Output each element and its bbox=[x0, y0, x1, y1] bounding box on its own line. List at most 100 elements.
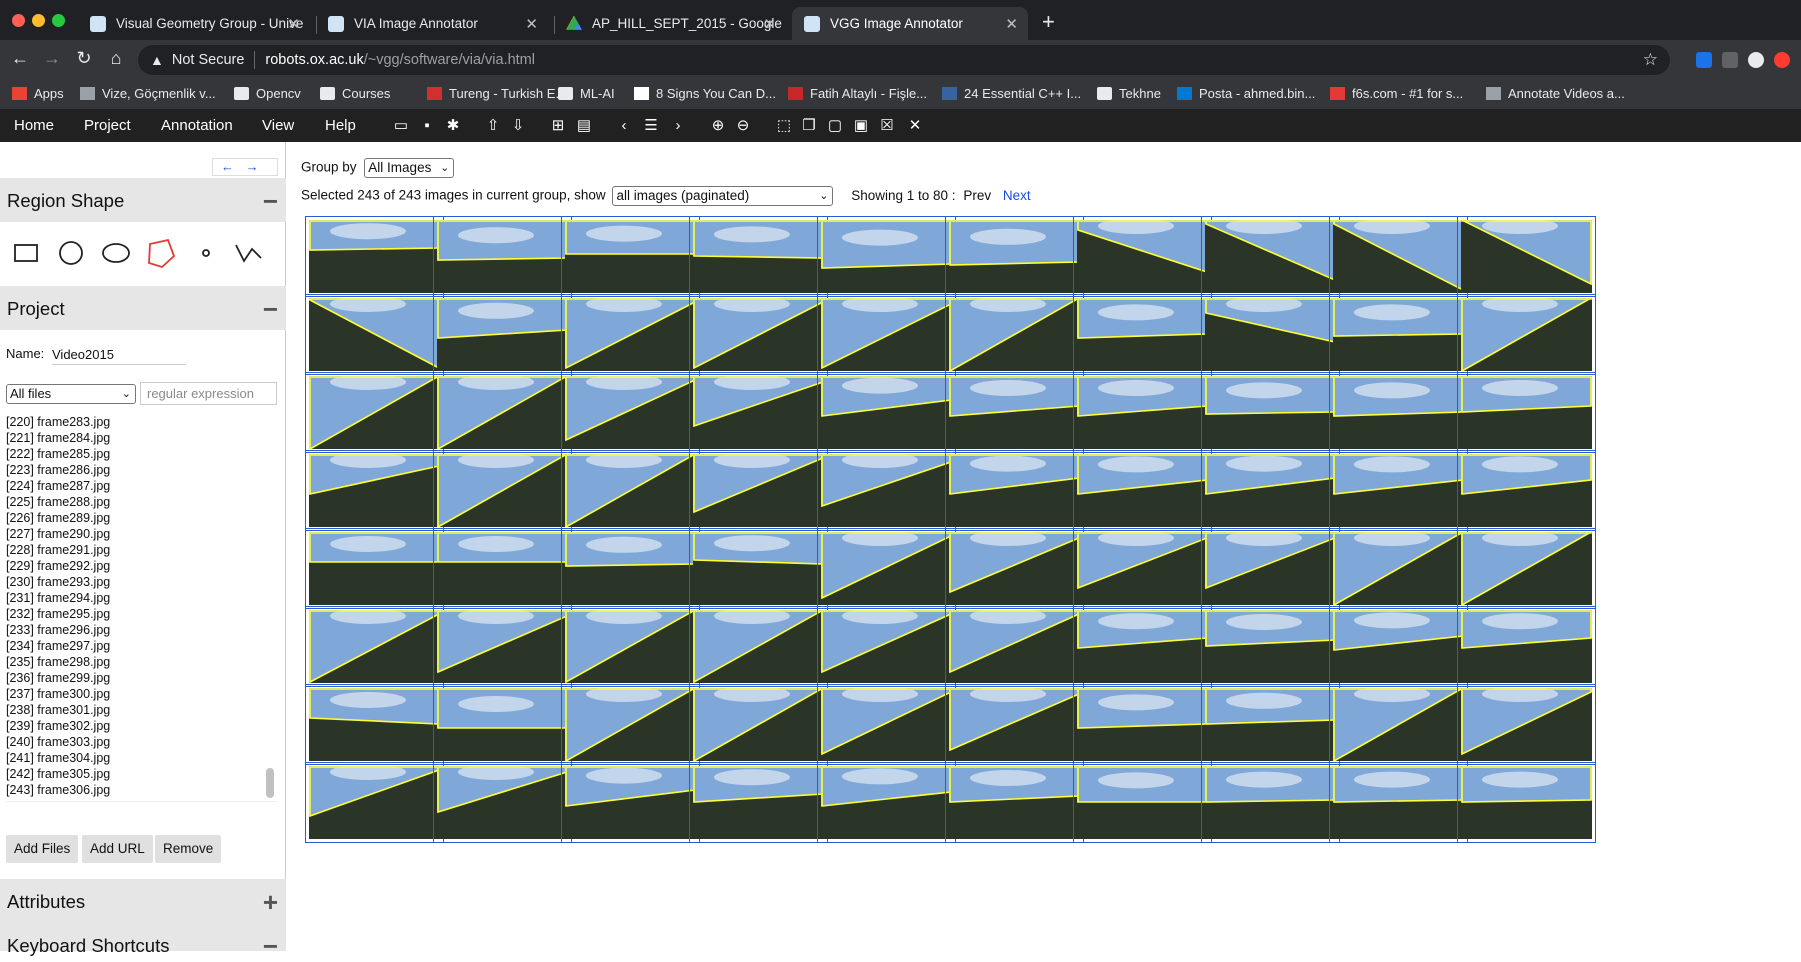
image-thumbnail[interactable] bbox=[561, 762, 700, 843]
image-thumbnail[interactable] bbox=[433, 684, 572, 765]
image-thumbnail[interactable] bbox=[1073, 294, 1212, 375]
extension-icon[interactable] bbox=[1722, 52, 1738, 68]
extension-icon[interactable] bbox=[1748, 52, 1764, 68]
file-list-item[interactable]: [221] frame284.jpg bbox=[6, 430, 278, 446]
image-thumbnail[interactable] bbox=[1201, 450, 1340, 531]
select-all-icon[interactable]: ⬚ bbox=[775, 117, 793, 135]
paste-delete-icon[interactable]: ▣ bbox=[852, 117, 870, 135]
file-list-item[interactable]: [242] frame305.jpg bbox=[6, 766, 278, 782]
image-thumbnail[interactable] bbox=[561, 606, 700, 687]
file-list-item[interactable]: [220] frame283.jpg bbox=[6, 414, 278, 430]
zoom-in-icon[interactable]: ⊕ bbox=[709, 117, 727, 135]
region-shape-header[interactable]: Region Shape − bbox=[0, 178, 286, 222]
new-tab-icon[interactable]: + bbox=[1042, 9, 1055, 35]
bookmark-item[interactable]: Tekhne bbox=[1097, 86, 1161, 101]
collapse-icon[interactable]: − bbox=[263, 186, 278, 217]
file-list-item[interactable]: [232] frame295.jpg bbox=[6, 606, 278, 622]
file-list-item[interactable]: [240] frame303.jpg bbox=[6, 734, 278, 750]
file-list-item[interactable]: [231] frame294.jpg bbox=[6, 590, 278, 606]
next-icon[interactable]: › bbox=[669, 117, 687, 135]
file-list[interactable]: [220] frame283.jpg [221] frame284.jpg [222… bbox=[6, 414, 278, 802]
browser-tab[interactable]: VIA Image Annotator ✕ bbox=[316, 7, 548, 40]
image-thumbnail[interactable] bbox=[1329, 294, 1468, 375]
security-label[interactable]: Not Secure bbox=[172, 52, 245, 68]
tab-close-icon[interactable]: ✕ bbox=[763, 15, 776, 33]
bookmark-item[interactable]: Apps bbox=[12, 86, 64, 101]
file-list-item[interactable]: [238] frame301.jpg bbox=[6, 702, 278, 718]
image-thumbnail[interactable] bbox=[1329, 216, 1468, 297]
delete-icon[interactable]: ☒ bbox=[878, 117, 896, 135]
image-thumbnail[interactable] bbox=[817, 528, 956, 609]
tab-close-icon[interactable]: ✕ bbox=[525, 15, 538, 33]
image-thumbnail[interactable] bbox=[561, 684, 700, 765]
image-thumbnail[interactable] bbox=[305, 528, 444, 609]
image-thumbnail[interactable] bbox=[689, 294, 828, 375]
image-thumbnail[interactable] bbox=[1073, 528, 1212, 609]
bookmark-item[interactable]: Annotate Videos a... bbox=[1486, 86, 1625, 101]
image-thumbnail[interactable] bbox=[561, 294, 700, 375]
browser-tab-active[interactable]: VGG Image Annotator ✕ bbox=[792, 7, 1028, 40]
image-thumbnail[interactable] bbox=[1201, 294, 1340, 375]
prev-icon[interactable]: ‹ bbox=[615, 117, 633, 135]
attributes-header[interactable]: Attributes + bbox=[0, 879, 286, 923]
image-thumbnail[interactable] bbox=[817, 372, 956, 453]
keyboard-shortcuts-header[interactable]: Keyboard Shortcuts − bbox=[0, 923, 286, 961]
image-thumbnail[interactable] bbox=[1201, 606, 1340, 687]
image-thumbnail[interactable] bbox=[1201, 684, 1340, 765]
close-icon[interactable]: ✕ bbox=[906, 117, 924, 135]
file-list-item[interactable]: [224] frame287.jpg bbox=[6, 478, 278, 494]
bookmark-item[interactable]: Fatih Altaylı - Fişle... bbox=[788, 86, 927, 101]
image-thumbnail[interactable] bbox=[1457, 762, 1596, 843]
image-thumbnail[interactable] bbox=[689, 216, 828, 297]
image-thumbnail[interactable] bbox=[1329, 372, 1468, 453]
bookmark-item[interactable]: ML-AI bbox=[558, 86, 615, 101]
reload-icon[interactable]: ↻ bbox=[72, 48, 96, 69]
image-thumbnail[interactable] bbox=[305, 294, 444, 375]
image-thumbnail[interactable] bbox=[1073, 450, 1212, 531]
image-thumbnail[interactable] bbox=[433, 450, 572, 531]
file-list-item[interactable]: [230] frame293.jpg bbox=[6, 574, 278, 590]
file-list-item[interactable]: [222] frame285.jpg bbox=[6, 446, 278, 462]
file-list-item[interactable]: [243] frame306.jpg bbox=[6, 782, 278, 798]
file-list-item[interactable]: [241] frame304.jpg bbox=[6, 750, 278, 766]
menu-annotation[interactable]: Annotation bbox=[161, 117, 233, 134]
file-list-item[interactable]: [234] frame297.jpg bbox=[6, 638, 278, 654]
comment-icon[interactable]: ▤ bbox=[575, 117, 593, 135]
file-list-item[interactable]: [226] frame289.jpg bbox=[6, 510, 278, 526]
bookmark-star-icon[interactable]: ☆ bbox=[1643, 50, 1658, 70]
file-list-item[interactable]: [236] frame299.jpg bbox=[6, 670, 278, 686]
back-icon[interactable]: ← bbox=[8, 48, 32, 69]
home-icon[interactable]: ⌂ bbox=[104, 48, 128, 69]
image-thumbnail[interactable] bbox=[433, 528, 572, 609]
url-input[interactable]: ▲ Not Secure robots.ox.ac.uk /~vgg/softw… bbox=[138, 45, 1670, 75]
extension-icon[interactable] bbox=[1774, 52, 1790, 68]
remove-button[interactable]: Remove bbox=[155, 835, 222, 863]
menu-view[interactable]: View bbox=[262, 117, 294, 134]
group-by-select[interactable]: All Images ⌄ bbox=[364, 158, 455, 178]
image-thumbnail[interactable] bbox=[945, 762, 1084, 843]
image-thumbnail[interactable] bbox=[1201, 372, 1340, 453]
image-thumbnail[interactable] bbox=[1201, 528, 1340, 609]
menu-project[interactable]: Project bbox=[84, 117, 131, 134]
add-url-button[interactable]: Add URL bbox=[82, 835, 153, 863]
upload-icon[interactable]: ⇧ bbox=[484, 117, 502, 135]
extension-download-icon[interactable] bbox=[1696, 52, 1712, 68]
image-thumbnail[interactable] bbox=[1457, 528, 1596, 609]
image-thumbnail[interactable] bbox=[1073, 684, 1212, 765]
image-thumbnail[interactable] bbox=[1073, 372, 1212, 453]
image-thumbnail[interactable] bbox=[561, 372, 700, 453]
image-thumbnail[interactable] bbox=[1457, 450, 1596, 531]
bookmark-item[interactable]: 24 Essential C++ I... bbox=[942, 86, 1081, 101]
regex-filter-input[interactable]: regular expression bbox=[140, 382, 277, 405]
file-list-item[interactable]: [223] frame286.jpg bbox=[6, 462, 278, 478]
minimize-window-dot[interactable] bbox=[32, 14, 45, 27]
settings-icon[interactable]: ✱ bbox=[444, 117, 462, 135]
image-thumbnail[interactable] bbox=[1201, 762, 1340, 843]
image-thumbnail[interactable] bbox=[433, 762, 572, 843]
bookmark-item[interactable]: Posta - ahmed.bin... bbox=[1177, 86, 1315, 101]
rect-shape-icon[interactable] bbox=[14, 244, 38, 262]
image-thumbnail[interactable] bbox=[1073, 762, 1212, 843]
image-thumbnail[interactable] bbox=[305, 762, 444, 843]
image-thumbnail[interactable] bbox=[1457, 372, 1596, 453]
open-folder-icon[interactable]: ▭ bbox=[392, 117, 410, 135]
